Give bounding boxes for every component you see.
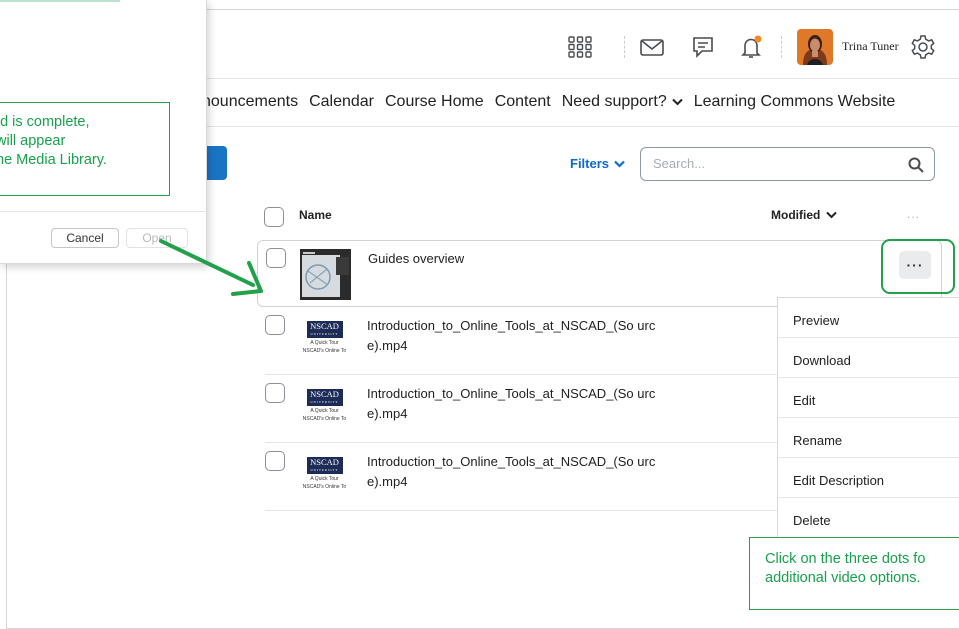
nscad-logo-sub: UNIVERSITY: [310, 468, 339, 472]
nav-learning-commons[interactable]: Learning Commons Website: [694, 93, 896, 111]
chevron-down-icon: [672, 98, 683, 106]
upload-complete-callout: ad is complete, will appear he Media Lib…: [0, 102, 170, 196]
three-dots-highlight: [881, 239, 955, 294]
chat-icon[interactable]: [689, 33, 717, 61]
context-menu: Preview Download Edit Rename Edit Descri…: [777, 297, 959, 538]
nav-course-home[interactable]: Course Home: [385, 93, 484, 111]
bell-icon[interactable]: [737, 33, 765, 61]
column-header-modified-label: Modified: [771, 208, 821, 222]
nscad-thumbnail: NSCAD UNIVERSITY A Quick Tour NSCAD's Onl…: [299, 316, 350, 367]
nscad-logo-text: NSCAD: [310, 389, 339, 399]
row-checkbox[interactable]: [265, 451, 285, 471]
waffle-apps-icon[interactable]: [566, 33, 594, 61]
mail-icon[interactable]: [638, 33, 666, 61]
thumb-caption: A Quick Tour: [310, 408, 339, 414]
filters-button[interactable]: Filters: [570, 156, 625, 171]
user-avatar[interactable]: [797, 29, 833, 65]
annotation-arrow-icon: [159, 239, 263, 296]
column-header-modified[interactable]: Modified: [771, 208, 838, 222]
nscad-logo-text: NSCAD: [310, 457, 339, 467]
window-top-border: [207, 9, 959, 10]
nscad-logo: NSCAD UNIVERSITY: [306, 389, 343, 406]
menu-item-delete[interactable]: Delete: [778, 498, 959, 538]
user-name[interactable]: Trina Tuner: [842, 39, 899, 54]
search-input[interactable]: [653, 156, 883, 171]
thumb-caption: NSCAD's Online To: [302, 416, 347, 422]
chevron-down-icon: [614, 160, 625, 168]
nav-announcements[interactable]: nouncements: [202, 93, 298, 111]
column-more-options[interactable]: ...: [907, 207, 920, 221]
callout-line: ad is complete,: [0, 114, 90, 130]
callout-line: he Media Library.: [0, 152, 107, 168]
nscad-thumbnail: NSCAD UNIVERSITY A Quick Tour NSCAD's Onl…: [299, 452, 350, 503]
row-title[interactable]: Guides overview: [368, 249, 668, 269]
dialog-divider: [0, 211, 207, 212]
row-checkbox[interactable]: [265, 315, 285, 335]
nscad-thumbnail: NSCAD UNIVERSITY A Quick Tour NSCAD's Onl…: [299, 384, 350, 435]
left-panel-border: [6, 250, 7, 629]
three-dots-callout: Click on the three dots fo additional vi…: [749, 537, 959, 610]
header-separator: [781, 36, 782, 58]
course-navbar: nouncements Calendar Course Home Content…: [202, 89, 895, 115]
guides-thumbnail: [300, 249, 351, 300]
callout-line: will appear: [0, 133, 66, 149]
thumb-caption: NSCAD's Online To: [302, 484, 347, 490]
nscad-logo-text: NSCAD: [310, 321, 339, 331]
nav-divider: [207, 126, 959, 127]
row-title[interactable]: Introduction_to_Online_Tools_at_NSCAD_(S…: [367, 316, 667, 356]
menu-item-edit[interactable]: Edit: [778, 378, 959, 418]
row-title[interactable]: Introduction_to_Online_Tools_at_NSCAD_(S…: [367, 452, 667, 492]
callout-line: Click on the three dots fo: [765, 551, 926, 567]
thumb-caption: NSCAD's Online To: [302, 348, 347, 354]
select-all-checkbox[interactable]: [264, 207, 284, 227]
menu-item-rename[interactable]: Rename: [778, 418, 959, 458]
nscad-logo-sub: UNIVERSITY: [310, 332, 339, 336]
header-divider: [207, 78, 959, 79]
nscad-logo-sub: UNIVERSITY: [310, 400, 339, 404]
row-checkbox[interactable]: [266, 248, 286, 268]
nav-content[interactable]: Content: [495, 93, 551, 111]
nscad-logo: NSCAD UNIVERSITY: [306, 457, 343, 474]
nscad-logo: NSCAD UNIVERSITY: [306, 321, 343, 338]
nav-need-support[interactable]: Need support?: [562, 93, 683, 111]
gear-icon[interactable]: [909, 33, 937, 61]
search-icon[interactable]: [907, 156, 925, 174]
row-checkbox[interactable]: [265, 383, 285, 403]
menu-item-edit-description[interactable]: Edit Description: [778, 458, 959, 498]
thumb-caption: A Quick Tour: [310, 476, 339, 482]
filters-label: Filters: [570, 156, 610, 171]
search-box: [640, 147, 935, 181]
thumb-caption: A Quick Tour: [310, 340, 339, 346]
row-title[interactable]: Introduction_to_Online_Tools_at_NSCAD_(S…: [367, 384, 667, 424]
menu-item-download[interactable]: Download: [778, 338, 959, 378]
nav-calendar[interactable]: Calendar: [309, 93, 374, 111]
upload-button[interactable]: [207, 146, 227, 180]
callout-line: additional video options.: [765, 570, 921, 586]
cancel-button[interactable]: Cancel: [51, 228, 119, 248]
header-separator: [624, 36, 625, 58]
column-header-name[interactable]: Name: [299, 208, 332, 222]
nav-need-support-label: Need support?: [561, 93, 667, 110]
dialog-top-accent: [0, 0, 120, 2]
menu-item-preview[interactable]: Preview: [778, 298, 959, 338]
chevron-down-icon: [826, 211, 838, 219]
